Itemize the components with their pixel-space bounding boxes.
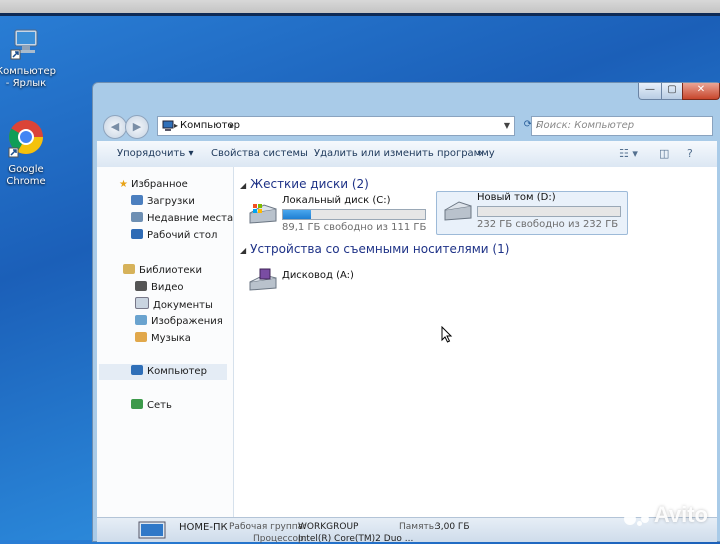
nav-item-network[interactable]: Сеть: [131, 398, 172, 414]
memory-value: 3,00 ГБ: [435, 522, 470, 532]
preview-pane-icon[interactable]: ◫: [659, 146, 669, 162]
workgroup-label: Рабочая группа:: [229, 522, 307, 532]
nav-item-documents[interactable]: Документы: [135, 297, 213, 313]
workgroup-value: WORKGROUP: [298, 522, 359, 532]
nav-item-video[interactable]: Видео: [135, 280, 184, 296]
address-dropdown-icon[interactable]: ▼: [504, 117, 510, 135]
collapse-arrow-icon: ◢: [240, 246, 247, 255]
search-icon: ⌕: [536, 120, 542, 131]
command-bar: Упорядочить ▾ Свойства системы Удалить и…: [97, 141, 717, 168]
music-icon: [135, 332, 147, 342]
system-properties-button[interactable]: Свойства системы: [211, 141, 308, 167]
close-button[interactable]: ✕: [682, 83, 720, 100]
drive-usage-bar: [282, 209, 426, 220]
organize-button[interactable]: Упорядочить ▾: [117, 141, 193, 167]
minimize-button[interactable]: —: [638, 83, 662, 100]
libraries-icon: [123, 264, 135, 274]
uninstall-program-button[interactable]: Удалить или изменить программу: [314, 141, 495, 167]
avito-watermark: Avito: [623, 502, 708, 528]
title-bar[interactable]: — ▢ ✕: [93, 83, 720, 107]
desktop-icon: [131, 229, 143, 239]
recent-places-icon: [131, 212, 143, 222]
chrome-icon: [0, 118, 56, 162]
nav-item-music[interactable]: Музыка: [135, 331, 191, 347]
drive-name: Новый том (D:): [477, 192, 556, 203]
video-icon: [135, 281, 147, 291]
desktop-icon-label: Компьютер - Ярлык: [0, 66, 56, 89]
help-icon[interactable]: ?: [687, 146, 693, 162]
drive-free-space: 89,1 ГБ свободно из 111 ГБ: [282, 222, 427, 233]
group-header-removable[interactable]: ◢ Устройства со съемными носителями (1): [240, 242, 509, 256]
collapse-arrow-icon: ◢: [240, 181, 247, 190]
drive-name: Дисковод (A:): [282, 270, 354, 281]
avito-logo-icon: [623, 505, 650, 526]
explorer-window: — ▢ ✕ ◀ ▶ ▸ Компьютер ▸ ▼ ⟳ Поиск: Компь…: [92, 82, 720, 544]
nav-item-desktop[interactable]: Рабочий стол: [131, 228, 217, 244]
drive-name: Локальный диск (C:): [282, 195, 391, 206]
downloads-icon: [131, 195, 143, 205]
star-icon: ★: [119, 179, 128, 190]
pc-name: HOME-ПК: [179, 522, 228, 533]
mouse-cursor-icon: [441, 326, 453, 343]
cpu-value: Intel(R) Core(TM)2 Duo ...: [298, 534, 414, 544]
computer-icon: [162, 120, 174, 131]
group-header-hard-disks[interactable]: ◢ Жесткие диски (2): [240, 177, 369, 191]
drive-c[interactable]: Локальный диск (C:) 89,1 ГБ свободно из …: [242, 195, 432, 237]
documents-icon: [135, 297, 149, 309]
forward-arrow-icon: ▶: [132, 120, 142, 133]
address-bar[interactable]: ▸ Компьютер ▸ ▼: [157, 116, 515, 136]
breadcrumb-arrow-icon: ▸: [174, 121, 179, 130]
drive-usage-fill: [283, 210, 312, 219]
computer-shortcut-icon: [0, 28, 56, 64]
search-input[interactable]: Поиск: Компьютер ⌕: [531, 116, 713, 136]
drive-free-space: 232 ГБ свободно из 232 ГБ: [477, 219, 619, 230]
network-icon: [131, 399, 143, 409]
floppy-drive-icon: [249, 268, 277, 291]
back-button[interactable]: ◀: [103, 115, 127, 139]
maximize-button[interactable]: ▢: [661, 83, 683, 100]
nav-item-computer[interactable]: Компьютер: [99, 364, 227, 380]
computer-icon: [131, 365, 143, 375]
back-arrow-icon: ◀: [110, 120, 120, 133]
breadcrumb-arrow-icon: ▸: [230, 121, 235, 130]
desktop-icon-computer-shortcut[interactable]: Компьютер - Ярлык: [0, 28, 56, 90]
views-icon[interactable]: ☷ ▾: [619, 146, 638, 162]
memory-label: Память:: [399, 522, 438, 532]
nav-item-pictures[interactable]: Изображения: [135, 314, 223, 330]
drive-a[interactable]: Дисковод (A:): [242, 262, 372, 304]
pictures-icon: [135, 315, 147, 325]
desktop-icon-chrome[interactable]: Google Chrome: [0, 118, 56, 188]
content-pane: ◢ Жесткие диски (2) Локальный диск (C:) 8…: [234, 167, 717, 517]
forward-button[interactable]: ▶: [125, 115, 149, 139]
drive-d[interactable]: Новый том (D:) 232 ГБ свободно из 232 ГБ: [436, 191, 628, 235]
nav-item-libraries[interactable]: Библиотеки: [123, 263, 202, 279]
navigation-pane: ★ Избранное Загрузки Недавние места Рабоч…: [97, 167, 234, 517]
hard-drive-icon: [444, 201, 472, 221]
windows-drive-icon: [249, 204, 277, 224]
nav-item-favorites[interactable]: ★ Избранное: [119, 177, 188, 193]
address-row: ◀ ▶ ▸ Компьютер ▸ ▼ ⟳ Поиск: Компьютер ⌕: [93, 107, 720, 141]
nav-item-recent[interactable]: Недавние места: [131, 211, 233, 227]
desktop-icon-label: Google Chrome: [6, 164, 46, 187]
nav-item-downloads[interactable]: Загрузки: [131, 194, 195, 210]
monitor-bezel: [0, 0, 720, 16]
computer-icon: [138, 521, 166, 539]
drive-usage-bar: [477, 206, 621, 217]
more-commands-button[interactable]: »: [477, 141, 483, 167]
